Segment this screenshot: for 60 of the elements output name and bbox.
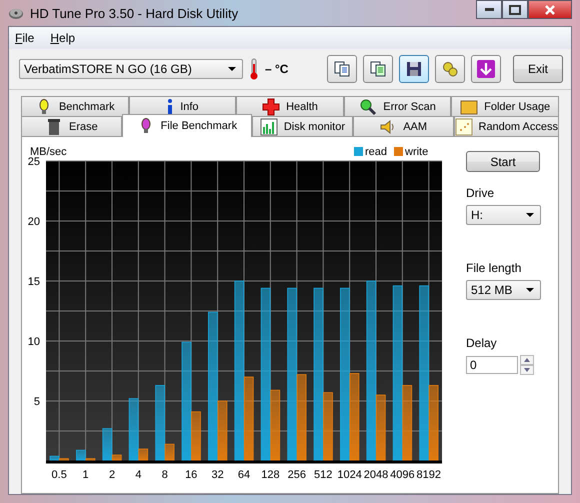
- file-length-label: File length: [466, 261, 522, 275]
- cross-icon: [262, 98, 280, 116]
- x-tick-label: 4: [135, 469, 142, 481]
- magnifier-icon: [359, 98, 378, 116]
- x-tick-label: 0.5: [52, 469, 67, 481]
- tab[interactable]: AAM: [352, 116, 454, 136]
- x-tick-label: 2: [108, 469, 116, 481]
- save-icon[interactable]: [399, 55, 429, 83]
- drive-label: Drive: [466, 186, 494, 200]
- minimize-button[interactable]: [476, 0, 502, 19]
- tab[interactable]: Random Access: [454, 116, 559, 136]
- x-tick-label: 256: [288, 469, 306, 481]
- tab[interactable]: Health: [236, 96, 344, 116]
- menu-item[interactable]: Help: [50, 31, 76, 45]
- maximize-button[interactable]: [502, 0, 528, 19]
- start-button[interactable]: Start: [466, 151, 540, 172]
- tab[interactable]: Folder Usage: [451, 96, 559, 116]
- folder-icon: [460, 98, 478, 116]
- delay-label: Delay: [466, 336, 497, 350]
- y-tick-label: 10: [28, 336, 40, 348]
- y-tick-label: 5: [34, 396, 40, 408]
- tab[interactable]: Erase: [21, 116, 122, 136]
- dots-icon: [454, 118, 472, 136]
- file-length-dropdown[interactable]: 512 MB: [466, 280, 541, 300]
- thermometer-icon: [249, 58, 259, 80]
- tab[interactable]: Benchmark: [21, 96, 129, 116]
- tab[interactable]: Error Scan: [344, 96, 452, 116]
- x-tick-label: 8: [162, 469, 168, 481]
- exit-button[interactable]: Exit: [513, 55, 563, 83]
- download-icon[interactable]: [471, 55, 501, 83]
- y-tick-label: 15: [28, 276, 40, 288]
- close-button[interactable]: [528, 0, 572, 19]
- y-tick-label: 20: [28, 216, 40, 228]
- x-tick-label: 1: [82, 469, 89, 481]
- x-tick-label: 512: [314, 469, 332, 481]
- x-tick-label: 1024: [337, 469, 362, 481]
- temperature-reading: – °C: [265, 62, 288, 76]
- x-tick-label: 16: [185, 469, 198, 481]
- x-tick-label: 32: [211, 469, 224, 481]
- info-icon: [166, 98, 174, 116]
- x-tick-label: 64: [238, 469, 250, 481]
- delay-field[interactable]: 0: [466, 356, 518, 374]
- x-tick-label: 128: [261, 469, 280, 481]
- menu-item[interactable]: File: [15, 31, 34, 45]
- window-title: HD Tune Pro 3.50 - Hard Disk Utility: [30, 6, 238, 20]
- copy-icon[interactable]: [327, 55, 357, 83]
- close-icon: [544, 4, 556, 16]
- drive-dropdown[interactable]: H:: [466, 205, 541, 225]
- tab[interactable]: File Benchmark: [122, 114, 252, 137]
- legend-label: write: [405, 146, 428, 158]
- y-tick-label: 25: [28, 156, 40, 168]
- x-tick-label: 8192: [416, 469, 442, 481]
- x-tick-label: 2048: [364, 469, 388, 481]
- spin-buttons[interactable]: [520, 355, 534, 375]
- x-tick-label: 4096: [390, 469, 415, 481]
- drive-dropdown[interactable]: VerbatimSTORE N GO (16 GB): [19, 59, 243, 79]
- axis-label: MB/sec: [30, 146, 67, 158]
- tab[interactable]: Disk monitor: [252, 116, 353, 136]
- copy-icon[interactable]: [363, 55, 393, 83]
- legend-label: read: [365, 146, 388, 158]
